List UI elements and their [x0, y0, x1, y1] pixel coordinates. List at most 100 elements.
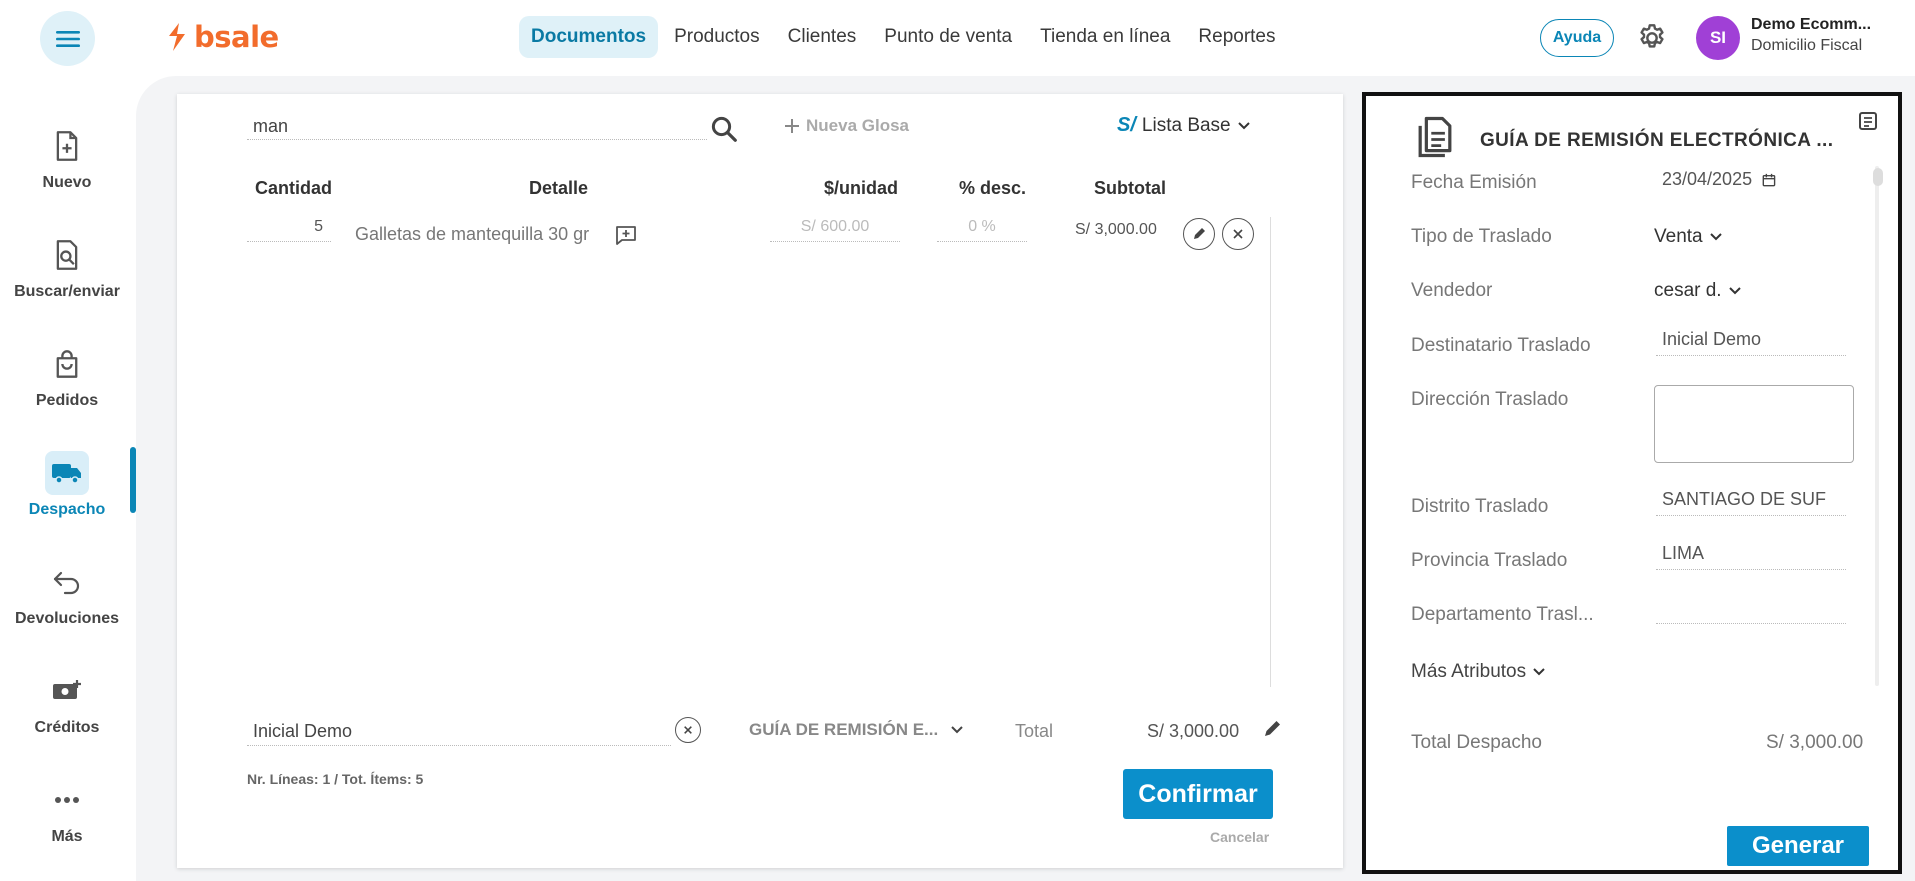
remove-row-button[interactable]: [1222, 218, 1254, 250]
direccion-label: Dirección Traslado: [1411, 389, 1569, 410]
nav-documentos[interactable]: Documentos: [519, 16, 659, 58]
fecha-emision-label: Fecha Emisión: [1411, 172, 1537, 193]
chevron-down-icon: [1728, 287, 1741, 295]
bsale-logo-icon: [169, 23, 185, 51]
sidebar-label: Pedidos: [35, 392, 99, 409]
distrito-field[interactable]: SANTIAGO DE SUF: [1656, 486, 1846, 516]
pencil-icon: [1194, 228, 1205, 239]
file-plus-icon: [56, 131, 78, 161]
help-button[interactable]: Ayuda: [1540, 19, 1614, 57]
nueva-glosa-label: Nueva Glosa: [806, 116, 909, 135]
sidebar-active-indicator: [130, 447, 136, 513]
column-header-detalle: Detalle: [529, 178, 589, 198]
sidebar-item-devoluciones[interactable]: Devoluciones: [0, 560, 134, 628]
generar-button[interactable]: Generar: [1727, 826, 1869, 866]
fecha-emision-field[interactable]: 23/04/2025: [1656, 163, 1776, 193]
mas-atributos-label: Más Atributos: [1411, 661, 1527, 682]
tipo-traslado-value: Venta: [1654, 226, 1703, 247]
money-plus-icon: [53, 680, 81, 699]
total-value: S/ 3,000.00: [1147, 721, 1240, 741]
destinatario-field[interactable]: Inicial Demo: [1656, 326, 1846, 356]
document-type-dropdown[interactable]: GUÍA DE REMISIÓN E...: [749, 720, 964, 740]
chevron-down-icon: [951, 726, 963, 734]
direccion-textarea[interactable]: [1654, 385, 1854, 463]
price-list-dropdown[interactable]: S/ Lista Base: [1117, 114, 1251, 137]
note-icon[interactable]: [1857, 110, 1879, 132]
confirm-button[interactable]: Confirmar: [1123, 769, 1273, 819]
column-header-unidad: $/unidad: [824, 178, 899, 198]
sidebar-item-despacho[interactable]: Despacho: [0, 451, 134, 519]
hamburger-menu-button[interactable]: [40, 11, 95, 66]
bsale-logo[interactable]: bsale: [166, 20, 279, 54]
sidebar-item-mas[interactable]: Más: [0, 778, 134, 846]
vendedor-dropdown[interactable]: cesar d.: [1654, 280, 1742, 302]
cancel-link[interactable]: Cancelar: [1210, 829, 1269, 845]
mas-atributos-toggle[interactable]: Más Atributos: [1411, 661, 1546, 683]
tipo-traslado-label: Tipo de Traslado: [1411, 226, 1552, 247]
close-icon: [1233, 229, 1243, 239]
file-search-icon: [56, 240, 78, 270]
destinatario-label: Destinatario Traslado: [1411, 335, 1591, 356]
panel-scroll-thumb[interactable]: [1873, 168, 1883, 186]
column-header-cantidad: Cantidad: [255, 178, 333, 198]
price-list-label: Lista Base: [1141, 114, 1231, 136]
product-search-input[interactable]: [247, 114, 707, 140]
calendar-icon: [1762, 173, 1776, 186]
sidebar-icon-wrap: [45, 233, 89, 277]
sidebar-item-nuevo[interactable]: Nuevo: [0, 124, 134, 192]
quantity-field[interactable]: 5: [247, 218, 331, 242]
plus-icon: [785, 119, 799, 133]
chevron-down-icon: [1709, 233, 1722, 241]
account-name: Demo Ecomm...: [1751, 16, 1872, 33]
total-despacho-value: S/ 3,000.00: [1766, 732, 1864, 753]
hamburger-icon: [55, 30, 80, 47]
column-header-subtotal: Subtotal: [1094, 178, 1166, 198]
nav-clientes[interactable]: Clientes: [776, 16, 869, 58]
search-icon[interactable]: [709, 114, 739, 144]
distrito-label: Distrito Traslado: [1411, 496, 1549, 517]
pencil-icon[interactable]: [1261, 718, 1283, 740]
sidebar-icon-wrap: [45, 124, 89, 168]
panel-scrollbar[interactable]: [1875, 166, 1879, 686]
sidebar-icon-wrap: [45, 669, 89, 713]
tipo-traslado-dropdown[interactable]: Venta: [1654, 226, 1723, 248]
nav-tienda-en-linea[interactable]: Tienda en línea: [1028, 16, 1182, 58]
nueva-glosa-button[interactable]: Nueva Glosa: [784, 116, 909, 136]
add-comment-icon[interactable]: [615, 225, 637, 245]
discount-field[interactable]: 0 %: [937, 218, 1027, 242]
avatar[interactable]: SI: [1696, 16, 1740, 60]
document-card: Nueva Glosa S/ Lista Base Cantidad Detal…: [177, 94, 1343, 868]
panel-title: GUÍA DE REMISIÓN ELECTRÓNICA ...: [1480, 130, 1834, 151]
departamento-field[interactable]: [1656, 594, 1846, 624]
sidebar-label: Despacho: [28, 501, 106, 518]
fecha-emision-value: 23/04/2025: [1662, 169, 1753, 189]
sidebar-item-buscar-enviar[interactable]: Buscar/enviar: [0, 233, 134, 301]
provincia-field[interactable]: LIMA: [1656, 540, 1846, 570]
bag-icon: [56, 350, 78, 378]
documents-icon: [1418, 116, 1452, 158]
chevron-down-icon: [1237, 121, 1250, 129]
nav-productos[interactable]: Productos: [662, 16, 772, 58]
edit-row-button[interactable]: [1183, 218, 1215, 250]
departamento-label: Departamento Trasl...: [1411, 604, 1594, 625]
clear-client-button[interactable]: [675, 717, 701, 743]
chevron-down-icon: [1533, 668, 1545, 676]
sidebar-label: Nuevo: [42, 174, 92, 191]
sidebar-label: Más: [51, 828, 83, 845]
gear-icon[interactable]: [1636, 22, 1668, 54]
sidebar-item-pedidos[interactable]: Pedidos: [0, 342, 134, 410]
sidebar-item-creditos[interactable]: Créditos: [0, 669, 134, 737]
top-bar: bsale Documentos Productos Clientes Punt…: [0, 0, 1915, 76]
currency-symbol: S/: [1117, 114, 1136, 136]
unit-price-field[interactable]: S/ 600.00: [770, 218, 900, 242]
sidebar-icon-wrap: [45, 342, 89, 386]
row-subtotal: S/ 3,000.00: [1075, 221, 1157, 238]
sidebar-label: Créditos: [34, 719, 100, 736]
item-detail[interactable]: Galletas de mantequilla 30 gr: [355, 224, 589, 245]
nav-punto-de-venta[interactable]: Punto de venta: [872, 16, 1024, 58]
total-label: Total: [1015, 721, 1054, 741]
client-field[interactable]: [247, 718, 671, 746]
sidebar-icon-wrap: [45, 778, 89, 822]
account-info[interactable]: Demo Ecomm... Domicilio Fiscal: [1751, 16, 1871, 55]
nav-reportes[interactable]: Reportes: [1186, 16, 1287, 58]
